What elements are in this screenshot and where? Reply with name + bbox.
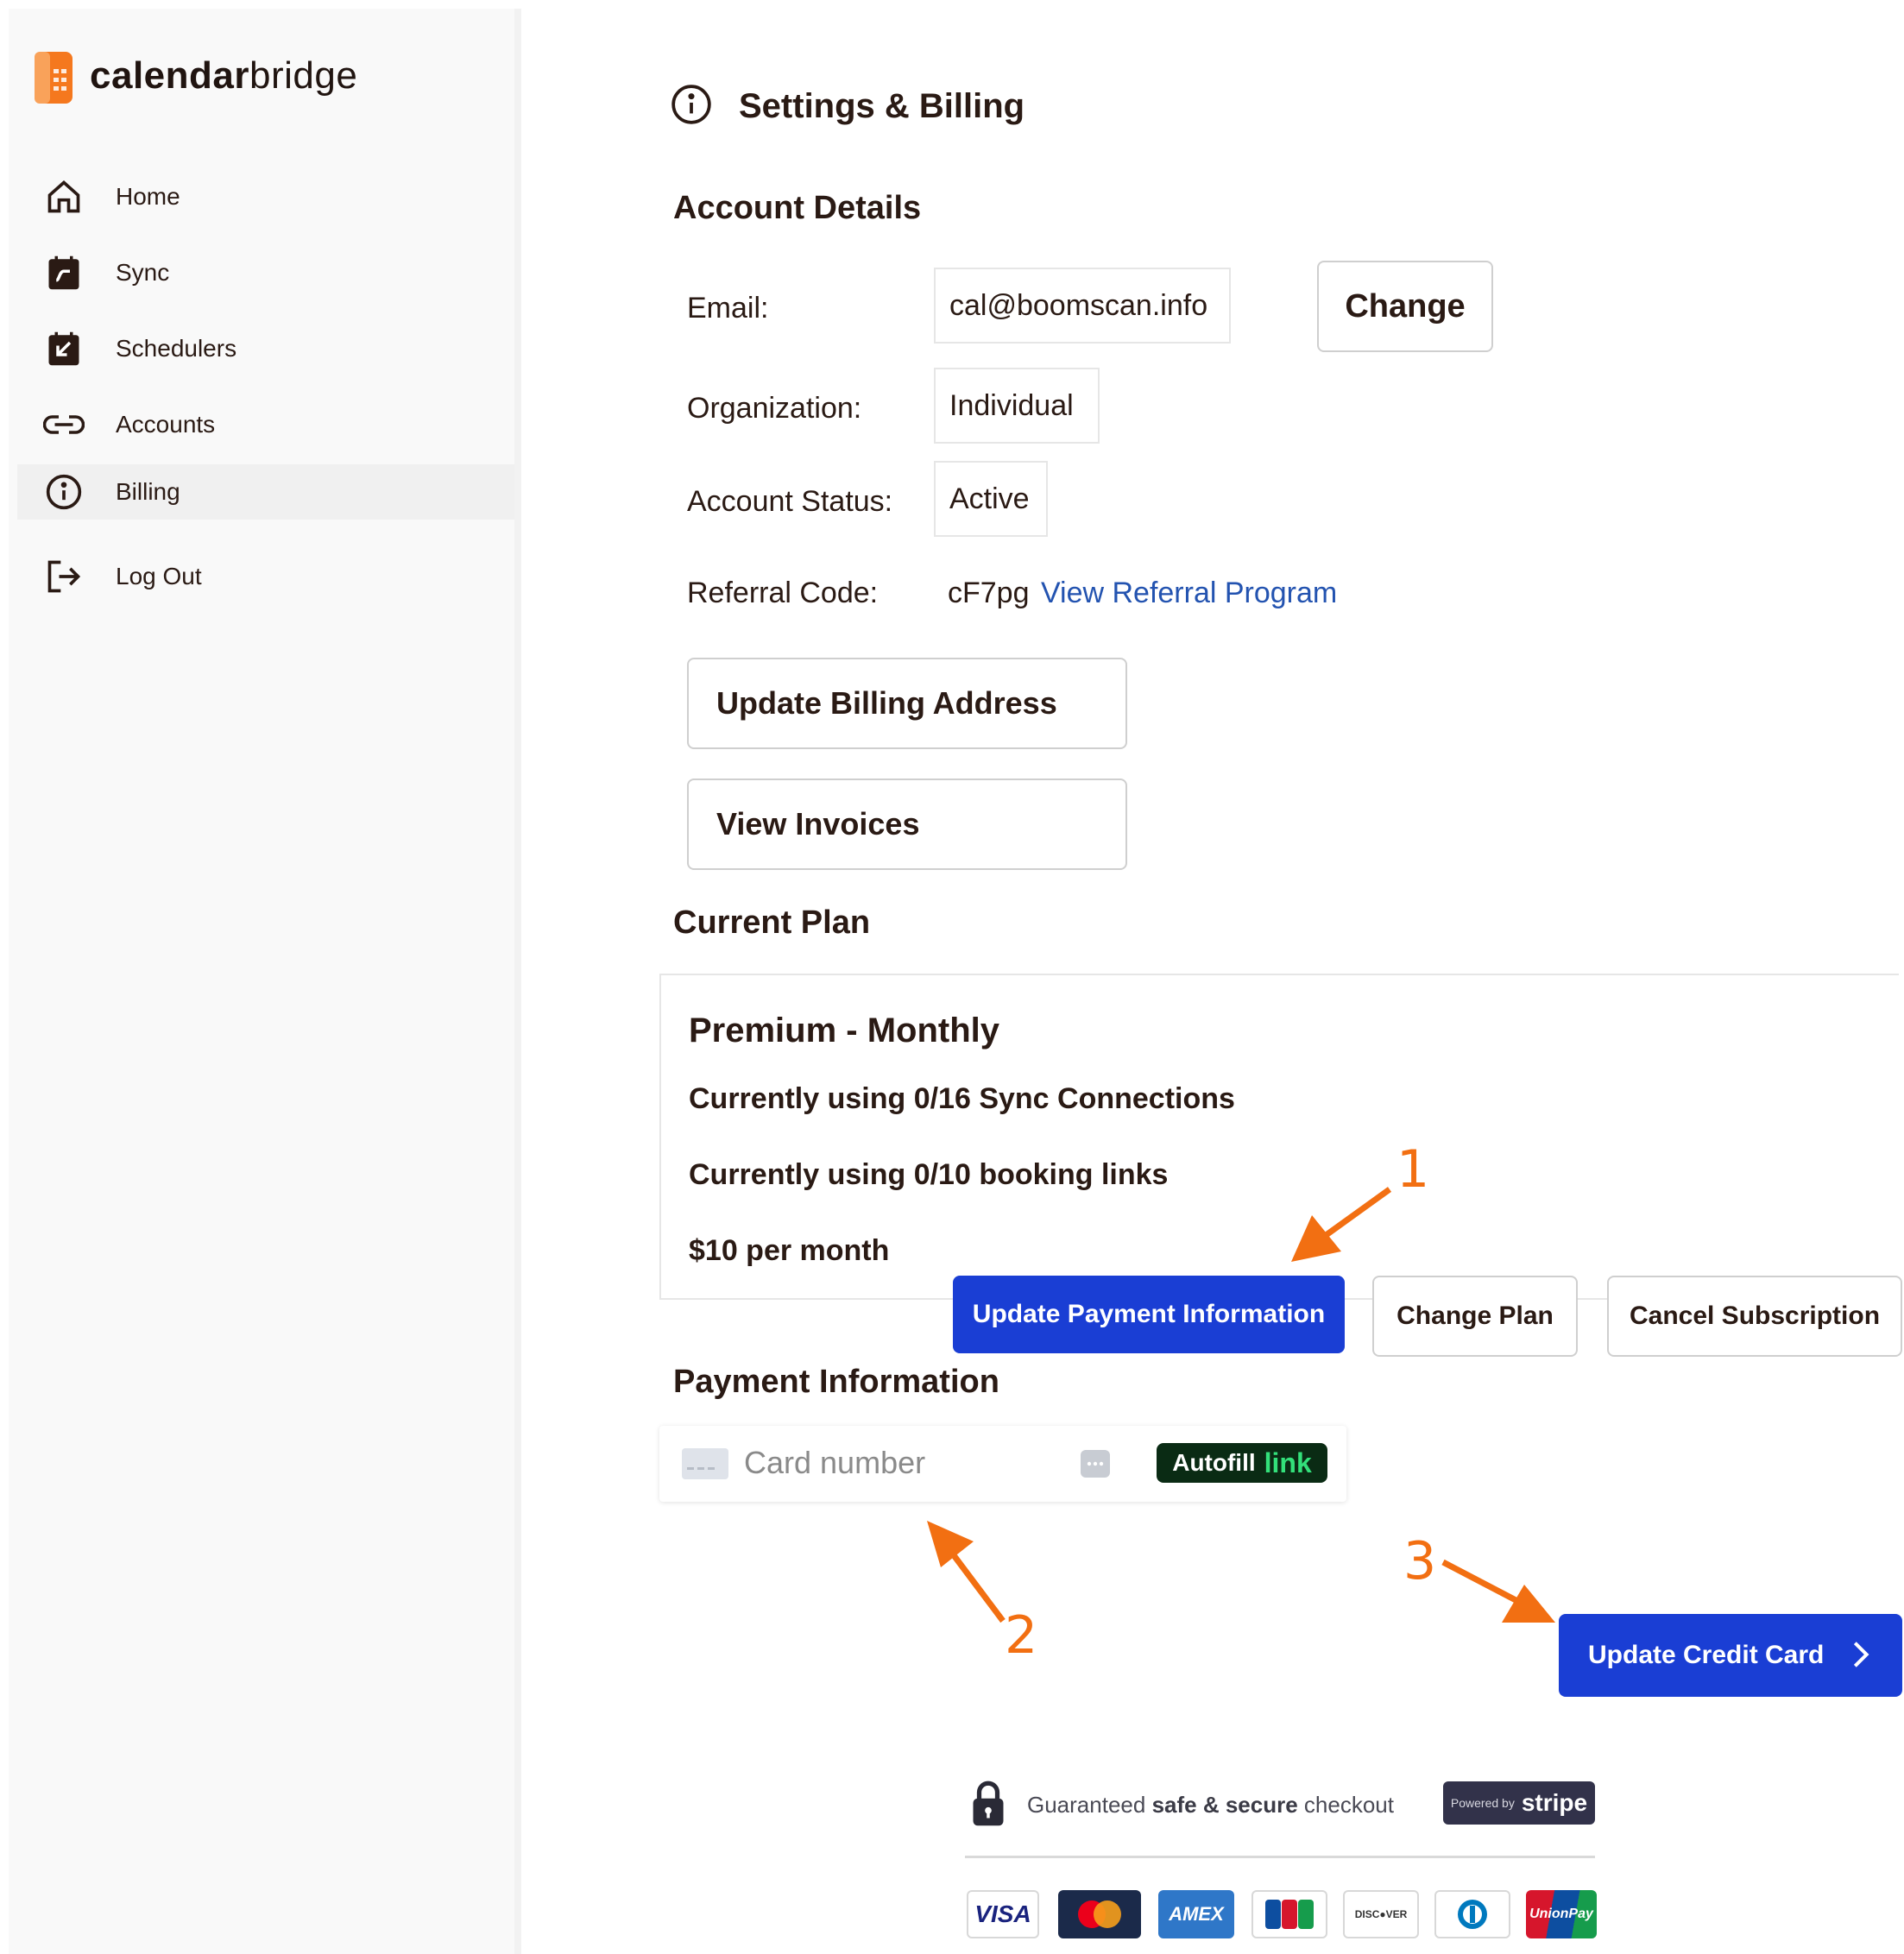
annotation-number-3: 3 bbox=[1403, 1531, 1437, 1592]
annotation-number-2: 2 bbox=[1005, 1605, 1038, 1666]
arrow-3-icon bbox=[1441, 1559, 1555, 1623]
annotation-number-1: 1 bbox=[1396, 1139, 1430, 1200]
arrow-1-icon bbox=[1291, 1187, 1392, 1262]
arrow-2-icon bbox=[927, 1521, 1006, 1623]
annotation-arrows bbox=[927, 1187, 1555, 1623]
